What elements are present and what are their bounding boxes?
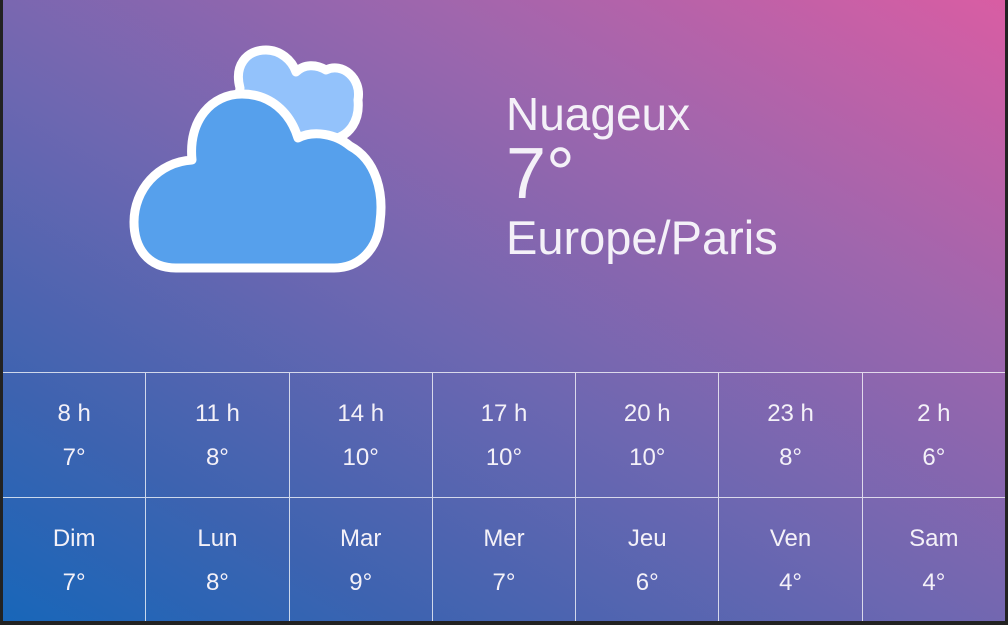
hour-temperature: 10°	[342, 444, 379, 471]
day-temperature: 4°	[922, 569, 946, 596]
weather-app: Nuageux 7° Europe/Paris 8 h 7° 11 h 8° 1…	[3, 0, 1005, 621]
location-label: Europe/Paris	[506, 211, 778, 264]
hour-label: 11 h	[194, 400, 240, 427]
hourly-forecast: 8 h 7° 11 h 8° 14 h 10° 17 h 10° 20 h 10…	[3, 372, 1005, 497]
current-temperature: 7°	[506, 134, 575, 214]
day-temperature: 9°	[349, 569, 373, 596]
hour-temperature: 10°	[485, 444, 523, 471]
day-temperature: 7°	[62, 569, 86, 596]
daily-item: Ven 4°	[718, 498, 861, 621]
day-label: Ven	[769, 525, 812, 552]
hourly-item: 14 h 10°	[288, 373, 432, 497]
daily-item: Mar 9°	[288, 498, 432, 621]
hour-temperature: 8°	[779, 444, 803, 471]
day-label: Jeu	[627, 525, 667, 552]
day-label: Lun	[197, 525, 238, 552]
hourly-item: 8 h 7°	[3, 373, 145, 497]
hour-label: 2 h	[917, 400, 951, 427]
hour-temperature: 10°	[629, 444, 666, 471]
hourly-item: 11 h 8°	[145, 373, 288, 497]
day-temperature: 4°	[779, 569, 803, 596]
day-temperature: 7°	[492, 569, 516, 596]
hour-label: 20 h	[623, 400, 671, 427]
day-label: Dim	[52, 525, 96, 552]
hourly-item: 20 h 10°	[575, 373, 718, 497]
daily-item: Mer 7°	[431, 498, 575, 621]
daily-item: Sam 4°	[861, 498, 1005, 621]
hourly-item: 23 h 8°	[718, 373, 861, 497]
hour-label: 14 h	[337, 400, 385, 427]
day-temperature: 6°	[635, 569, 659, 596]
day-label: Sam	[909, 525, 959, 552]
daily-item: Lun 8°	[145, 498, 288, 621]
day-label: Mer	[483, 525, 525, 552]
day-temperature: 8°	[205, 569, 229, 596]
daily-item: Jeu 6°	[575, 498, 718, 621]
daily-forecast: Dim 7° Lun 8° Mar 9° Mer 7° Jeu 6° Ven 4…	[3, 497, 1005, 621]
daily-item: Dim 7°	[3, 498, 145, 621]
hour-label: 8 h	[57, 400, 91, 427]
current-summary: Nuageux 7° Europe/Paris	[506, 88, 778, 266]
hourly-item: 17 h 10°	[431, 373, 575, 497]
day-label: Mar	[340, 525, 382, 552]
condition-label: Nuageux	[506, 88, 691, 140]
hour-label: 23 h	[767, 400, 814, 427]
hour-temperature: 8°	[205, 444, 229, 471]
hour-temperature: 6°	[922, 444, 946, 471]
cloudy-icon	[129, 45, 386, 273]
hour-temperature: 7°	[62, 444, 86, 471]
hourly-item: 2 h 6°	[861, 373, 1005, 497]
current-weather: Nuageux 7° Europe/Paris	[3, 0, 1005, 372]
hour-label: 17 h	[480, 400, 528, 427]
